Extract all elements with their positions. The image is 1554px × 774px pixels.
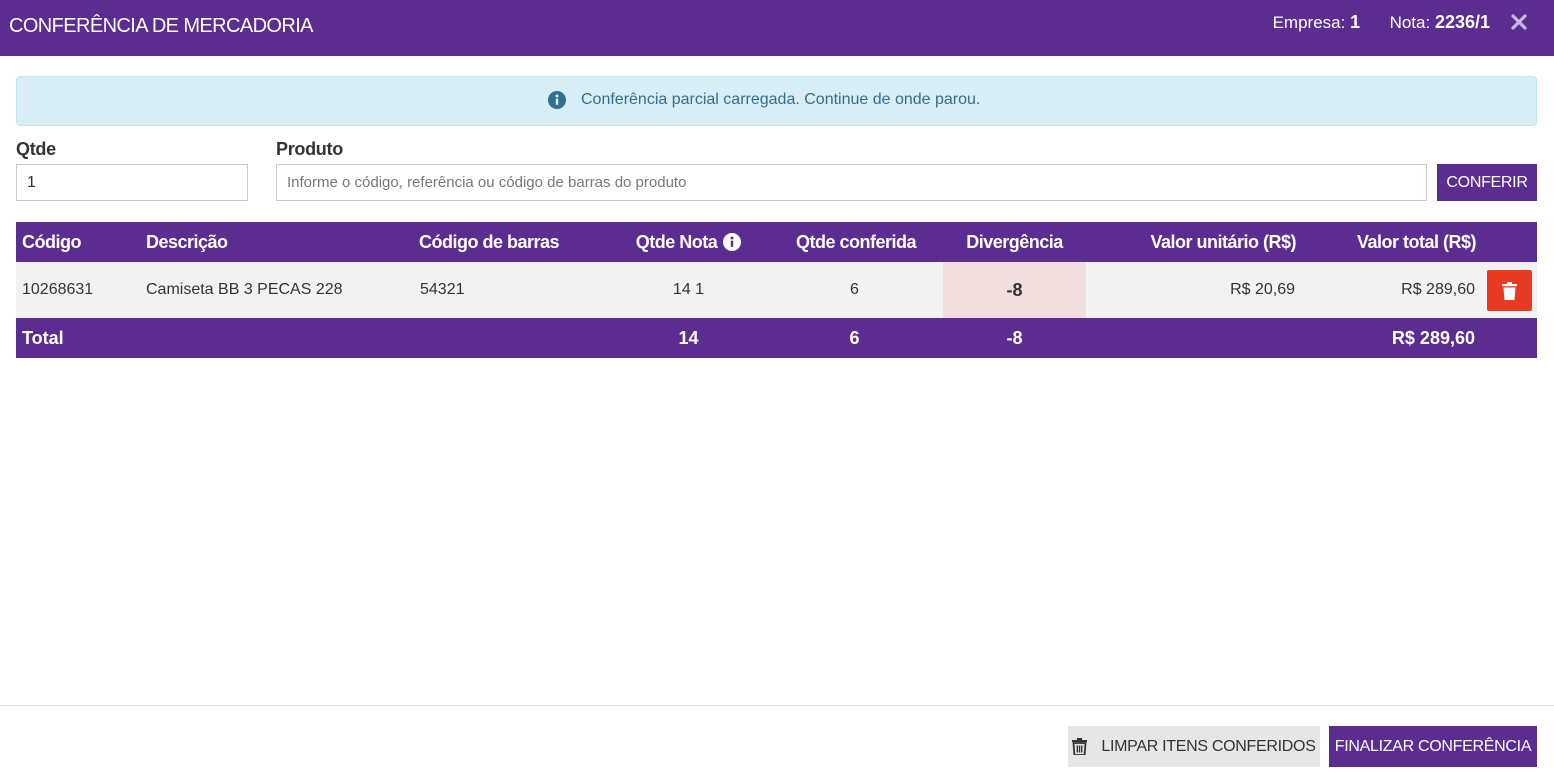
row-descricao: Camiseta BB 3 PECAS 228 bbox=[146, 281, 343, 298]
info-circle-icon bbox=[548, 91, 566, 109]
qtde-label: Qtde bbox=[16, 139, 56, 159]
empresa-label: Empresa: bbox=[1272, 13, 1346, 32]
total-label: Total bbox=[22, 327, 64, 348]
items-table: Código Descrição Código de barras Qtde N… bbox=[16, 222, 1537, 358]
header-codigo-barras[interactable]: Código de barras bbox=[419, 222, 560, 262]
close-icon[interactable] bbox=[1510, 13, 1528, 31]
header-divergencia[interactable]: Divergência bbox=[943, 222, 1086, 262]
header-qtde-conferida[interactable]: Qtde conferida bbox=[776, 222, 936, 262]
info-circle-icon[interactable] bbox=[723, 233, 742, 251]
trash-icon bbox=[1502, 281, 1517, 300]
row-codigo: 10268631 bbox=[22, 281, 94, 298]
footer-divider bbox=[0, 705, 1554, 706]
info-alert: Conferência parcial carregada. Continue … bbox=[16, 76, 1537, 126]
header-descricao[interactable]: Descrição bbox=[146, 222, 228, 262]
produto-label: Produto bbox=[276, 139, 343, 159]
alert-message: Conferência parcial carregada. Continue … bbox=[581, 91, 981, 108]
table-header-row: Código Descrição Código de barras Qtde N… bbox=[16, 222, 1537, 262]
limpar-itens-button[interactable]: LIMPAR ITENS CONFERIDOS bbox=[1068, 726, 1320, 767]
total-qtde-nota: 14 bbox=[678, 327, 699, 348]
row-codigo-barras: 54321 bbox=[420, 281, 465, 298]
total-divergencia: -8 bbox=[1006, 327, 1023, 348]
total-valor: R$ 289,60 bbox=[1391, 327, 1475, 348]
delete-item-button[interactable] bbox=[1487, 270, 1532, 311]
table-total-row: Total 14 6 -8 R$ 289,60 bbox=[16, 318, 1537, 358]
finalizar-conferencia-button[interactable]: FINALIZAR CONFERÊNCIA bbox=[1329, 726, 1537, 767]
row-qtde-nota: 14 1 bbox=[672, 281, 705, 298]
header-codigo[interactable]: Código bbox=[22, 222, 81, 262]
row-divergencia: -8 bbox=[943, 262, 1086, 318]
header-valor-total[interactable]: Valor total (R$) bbox=[1296, 222, 1477, 262]
header-meta: Empresa: 1 Nota: 2236/1 bbox=[1273, 12, 1490, 33]
row-qtde-conferida: 6 bbox=[850, 281, 859, 298]
trash-icon bbox=[1072, 738, 1088, 755]
page-title: CONFERÊNCIA DE MERCADORIA bbox=[9, 15, 314, 37]
nota-value: 2236/1 bbox=[1434, 12, 1490, 32]
header-qtde-nota-label: Qtde Nota bbox=[635, 231, 718, 252]
modal-header: CONFERÊNCIA DE MERCADORIA Empresa: 1 Not… bbox=[0, 0, 1554, 56]
nota-label: Nota: bbox=[1389, 13, 1431, 32]
empresa-value: 1 bbox=[1350, 12, 1361, 32]
qtde-input[interactable] bbox=[16, 164, 248, 201]
row-valor-total: R$ 289,60 bbox=[1401, 281, 1475, 298]
row-valor-unitario: R$ 20,69 bbox=[1230, 281, 1295, 298]
conferir-button[interactable]: CONFERIR bbox=[1437, 164, 1537, 201]
header-qtde-nota[interactable]: Qtde Nota bbox=[616, 222, 761, 262]
limpar-itens-label: LIMPAR ITENS CONFERIDOS bbox=[1101, 737, 1316, 755]
header-valor-unitario[interactable]: Valor unitário (R$) bbox=[1086, 222, 1296, 262]
table-row: 10268631 Camiseta BB 3 PECAS 228 54321 1… bbox=[16, 262, 1537, 318]
produto-search-input[interactable] bbox=[276, 164, 1427, 201]
total-qtde-conferida: 6 bbox=[849, 327, 860, 348]
